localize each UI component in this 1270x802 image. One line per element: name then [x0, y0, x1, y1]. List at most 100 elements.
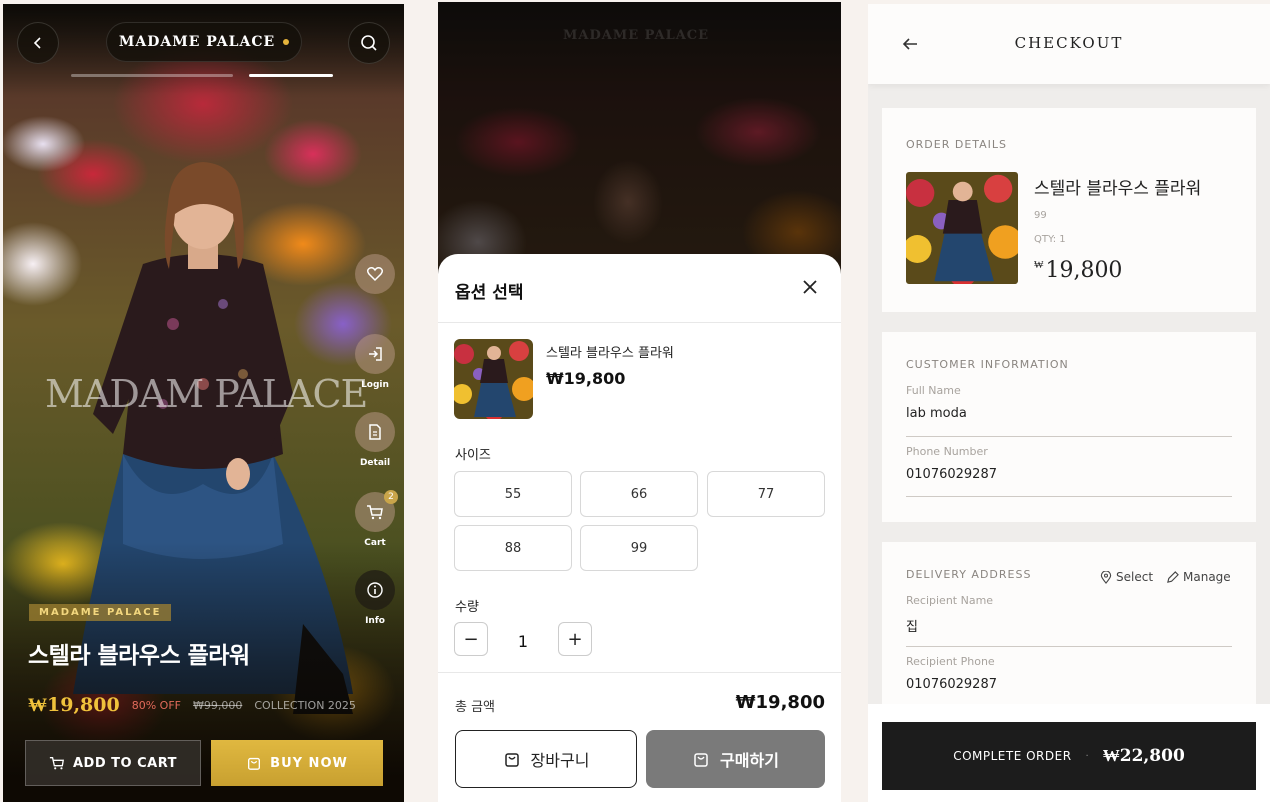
quantity-decrease-button[interactable]: −	[454, 622, 488, 656]
sheet-buy-label: 구매하기	[720, 751, 779, 770]
recipient-phone-field[interactable]: 01076029287	[906, 677, 997, 692]
full-name-field[interactable]: lab moda	[906, 406, 967, 421]
sheet-buy-button[interactable]: 구매하기	[646, 730, 825, 788]
brand-pill[interactable]: MADAME PALACE	[106, 22, 302, 62]
sale-price: ₩19,800	[28, 694, 120, 716]
price-row: ₩19,800 80% OFF ₩99,000 COLLECTION 2025	[28, 694, 356, 717]
brand-dot-icon	[283, 39, 290, 45]
order-price-value: 19,800	[1045, 258, 1123, 283]
header-brand: MADAME PALACE	[563, 28, 710, 43]
divider	[438, 672, 841, 673]
info-button[interactable]	[355, 570, 395, 610]
close-icon[interactable]	[801, 278, 819, 296]
buy-now-label: BUY NOW	[270, 755, 348, 771]
product-thumbnail	[454, 339, 533, 419]
recipient-phone-label: Recipient Phone	[906, 655, 995, 668]
checkout-title: CHECKOUT	[1014, 34, 1124, 52]
product-detail-screen: MADAME PALACE MADAM PALACE Login Detail …	[3, 4, 404, 802]
cart-icon	[49, 757, 64, 770]
phone-number-field[interactable]: 01076029287	[906, 467, 997, 482]
phone-number-label: Phone Number	[906, 445, 988, 458]
order-size: 99	[1034, 210, 1047, 221]
size-option[interactable]: 99	[580, 525, 698, 571]
shopping-bag-icon	[694, 753, 708, 767]
buy-now-button[interactable]: BUY NOW	[211, 740, 383, 786]
size-option[interactable]: 55	[454, 471, 572, 517]
full-name-label: Full Name	[906, 384, 961, 397]
info-icon	[367, 582, 383, 598]
order-details-card: ORDER DETAILS 스텔라 블라우스 플라워 99 QTY: 1 ₩19…	[882, 108, 1256, 312]
customer-info-heading: CUSTOMER INFORMATION	[906, 358, 1069, 371]
order-details-heading: ORDER DETAILS	[906, 138, 1008, 151]
quantity-label: 수량	[455, 600, 479, 615]
option-bottom-sheet: 옵션 선택 스텔라 블라우스 플라워 ₩19,800 사이즈 55 66 77 …	[438, 254, 841, 802]
divider	[438, 322, 841, 323]
detail-label: Detail	[359, 458, 391, 468]
option-product-name: 스텔라 블라우스 플라워	[546, 346, 674, 361]
customer-info-card: CUSTOMER INFORMATION Full Name lab moda …	[882, 332, 1256, 522]
select-label: Select	[1116, 570, 1154, 584]
select-address-button[interactable]: Select	[1100, 570, 1153, 584]
field-underline	[906, 496, 1232, 497]
login-icon	[369, 347, 382, 361]
search-icon	[361, 35, 377, 51]
field-underline	[906, 646, 1232, 647]
login-button[interactable]	[355, 334, 395, 374]
discount-badge: 80% OFF	[131, 699, 181, 712]
quantity-value: 1	[517, 632, 529, 651]
search-button[interactable]	[348, 22, 390, 64]
checkout-screen: CHECKOUT ORDER DETAILS 스텔라 블라우스 플라워 99 Q…	[868, 4, 1270, 802]
delivery-address-heading: DELIVERY ADDRESS	[906, 568, 1032, 581]
original-price: ₩99,000	[192, 699, 243, 712]
login-label: Login	[361, 380, 389, 390]
sheet-title: 옵션 선택	[455, 283, 524, 303]
detail-button[interactable]	[355, 412, 395, 452]
manage-label: Manage	[1183, 570, 1231, 584]
size-label: 사이즈	[455, 448, 491, 463]
total-amount: ₩19,800	[735, 692, 825, 713]
order-quantity: QTY: 1	[1034, 234, 1066, 245]
shopping-bag-icon	[504, 753, 519, 767]
collection-label: COLLECTION 2025	[254, 699, 356, 712]
product-image	[454, 339, 533, 419]
cart-label: Cart	[364, 538, 386, 548]
slide-indicator[interactable]	[71, 74, 233, 77]
size-option[interactable]: 88	[454, 525, 572, 571]
size-option[interactable]: 77	[707, 471, 825, 517]
document-icon	[369, 424, 381, 440]
checkout-header: CHECKOUT	[868, 4, 1270, 84]
map-pin-icon	[1100, 570, 1112, 584]
product-image	[906, 172, 1018, 284]
option-select-screen: MADAME PALACE 옵션 선택 스텔라 블라우스 플라워 ₩19,800…	[438, 2, 841, 802]
cart-count-badge: 2	[384, 490, 398, 504]
order-thumbnail	[906, 172, 1018, 284]
pencil-icon	[1167, 570, 1179, 583]
wishlist-button[interactable]	[355, 254, 395, 294]
complete-order-button[interactable]: COMPLETE ORDER · ₩22,800	[882, 722, 1256, 790]
order-product-name: 스텔라 블라우스 플라워	[1034, 179, 1202, 199]
cart-icon	[367, 505, 383, 520]
slide-indicator-active[interactable]	[249, 74, 333, 77]
order-price: ₩19,800	[1034, 258, 1122, 283]
separator: ·	[1085, 750, 1089, 762]
back-button[interactable]	[17, 22, 59, 64]
chevron-left-icon	[33, 37, 41, 49]
currency-symbol: ₩	[1034, 260, 1044, 271]
add-to-cart-button[interactable]: ADD TO CART	[25, 740, 201, 786]
product-title: 스텔라 블라우스 플라워	[28, 643, 250, 669]
option-product-price: ₩19,800	[546, 369, 626, 388]
field-underline	[906, 436, 1232, 437]
quantity-increase-button[interactable]: +	[558, 622, 592, 656]
sheet-add-to-cart-button[interactable]: 장바구니	[455, 730, 637, 788]
total-label: 총 금액	[455, 700, 496, 715]
delivery-address-card: DELIVERY ADDRESS Select Manage Recipient…	[882, 542, 1256, 722]
add-to-cart-label: ADD TO CART	[72, 755, 177, 771]
manage-address-button[interactable]: Manage	[1166, 570, 1231, 584]
complete-order-label: COMPLETE ORDER	[953, 749, 1072, 763]
sheet-cart-label: 장바구니	[530, 751, 590, 770]
recipient-name-label: Recipient Name	[906, 594, 994, 607]
watermark-text: MADAM PALACE	[45, 372, 368, 416]
size-option[interactable]: 66	[580, 471, 698, 517]
recipient-name-field[interactable]: 집	[906, 616, 918, 635]
brand-tag: MADAME PALACE	[29, 604, 172, 621]
